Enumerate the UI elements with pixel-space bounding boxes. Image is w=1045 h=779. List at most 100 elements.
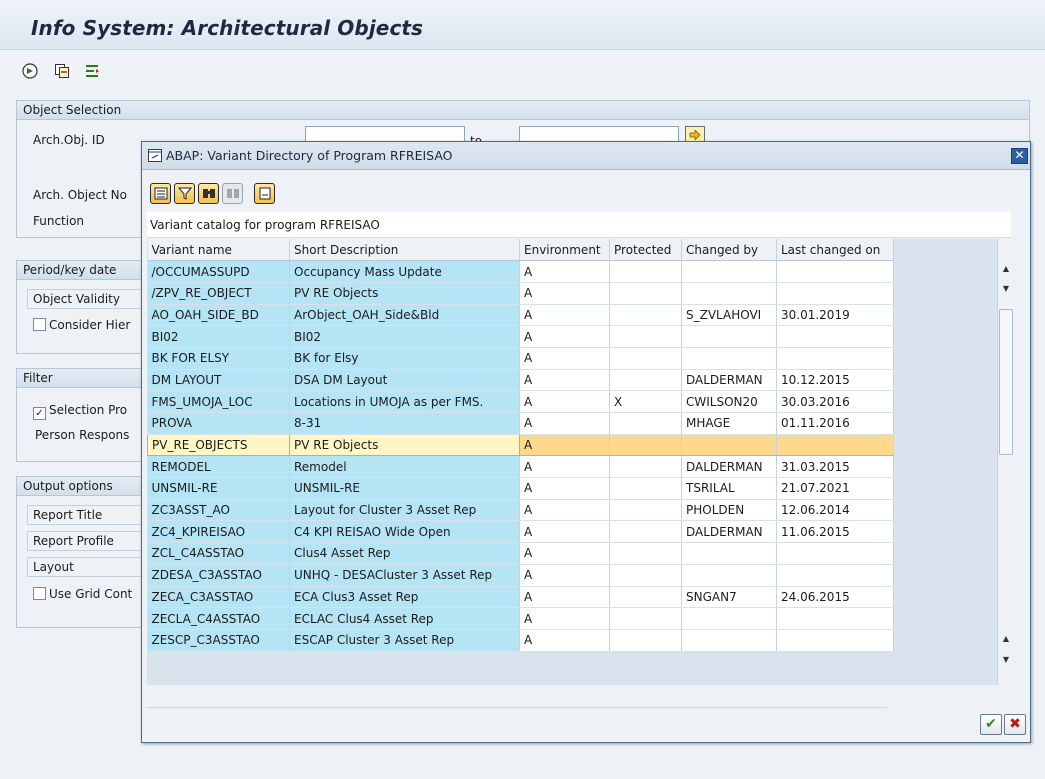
table-row[interactable]: BI02 BI02 A <box>147 325 894 348</box>
cell-protected[interactable] <box>609 542 682 565</box>
cell-last-changed-on[interactable] <box>776 564 894 587</box>
scroll-up-icon[interactable]: ▲ <box>998 261 1013 277</box>
cell-environment[interactable]: A <box>519 304 610 327</box>
cell-short-description[interactable]: BK for Elsy <box>289 347 520 370</box>
cell-protected[interactable] <box>609 586 682 609</box>
col-short-description[interactable]: Short Description <box>289 239 520 262</box>
cell-variant-name[interactable]: PROVA <box>147 412 290 435</box>
cell-protected[interactable] <box>609 629 682 652</box>
table-row[interactable]: ZECA_C3ASSTAO ECA Clus3 Asset Rep A SNGAN7 2… <box>147 586 894 609</box>
cell-changed-by[interactable]: CWILSON20 <box>681 390 777 413</box>
cell-short-description[interactable]: UNSMIL-RE <box>289 477 520 500</box>
filter-icon[interactable] <box>174 183 195 204</box>
copy-icon[interactable] <box>52 62 72 80</box>
table-row[interactable]: PROVA 8-31 A MHAGE 01.11.2016 <box>147 412 894 435</box>
cell-changed-by[interactable]: SNGAN7 <box>681 586 777 609</box>
consider-hier-checkbox[interactable] <box>33 318 46 331</box>
cell-protected[interactable] <box>609 325 682 348</box>
cell-last-changed-on[interactable] <box>776 542 894 565</box>
cell-changed-by[interactable] <box>681 347 777 370</box>
col-protected[interactable]: Protected <box>609 239 682 262</box>
cell-variant-name[interactable]: DM LAYOUT <box>147 369 290 392</box>
col-last-changed-on[interactable]: Last changed on <box>776 239 894 262</box>
scroll-page-down-icon[interactable]: ▼ <box>998 652 1013 668</box>
table-row[interactable]: DM LAYOUT DSA DM Layout A DALDERMAN 10.12.20… <box>147 369 894 392</box>
cell-short-description[interactable]: Layout for Cluster 3 Asset Rep <box>289 499 520 522</box>
cell-changed-by[interactable] <box>681 607 777 630</box>
cell-last-changed-on[interactable]: 30.03.2016 <box>776 390 894 413</box>
cell-short-description[interactable]: Locations in UMOJA as per FMS. <box>289 390 520 413</box>
cell-variant-name[interactable]: PV_RE_OBJECTS <box>147 433 290 457</box>
cell-changed-by[interactable]: DALDERMAN <box>681 520 777 544</box>
cell-short-description[interactable]: ECA Clus3 Asset Rep <box>289 586 520 609</box>
cell-short-description[interactable]: Clus4 Asset Rep <box>289 542 520 565</box>
col-variant-name[interactable]: Variant name <box>147 239 290 262</box>
cell-short-description[interactable]: ArObject_OAH_Side&Bld <box>289 304 520 327</box>
cell-environment[interactable]: A <box>519 629 610 652</box>
cell-protected[interactable] <box>609 369 682 392</box>
cell-protected[interactable] <box>609 260 682 283</box>
cell-last-changed-on[interactable]: 30.01.2019 <box>776 304 894 327</box>
cell-last-changed-on[interactable]: 31.03.2015 <box>776 455 894 479</box>
ok-button[interactable]: ✔ <box>980 714 1002 735</box>
find-next-icon[interactable] <box>222 183 243 204</box>
col-changed-by[interactable]: Changed by <box>681 239 777 262</box>
vertical-scrollbar[interactable]: ▲ ▼ ▲ ▼ <box>997 239 1013 685</box>
table-row[interactable]: BK FOR ELSY BK for Elsy A <box>147 347 894 370</box>
table-row[interactable]: ZC3ASST_AO Layout for Cluster 3 Asset Rep… <box>147 499 894 522</box>
use-grid-checkbox-wrap[interactable]: Use Grid Cont <box>33 587 132 601</box>
cell-changed-by[interactable] <box>681 325 777 348</box>
cell-short-description[interactable]: UNHQ - DESACluster 3 Asset Rep <box>289 564 520 587</box>
cell-environment[interactable]: A <box>519 390 610 413</box>
table-row[interactable]: ZECLA_C4ASSTAO ECLAC Clus4 Asset Rep A <box>147 607 894 630</box>
use-grid-checkbox[interactable] <box>33 587 46 600</box>
cell-last-changed-on[interactable] <box>776 325 894 348</box>
cancel-button[interactable]: ✖ <box>1004 714 1026 735</box>
cell-last-changed-on[interactable]: 21.07.2021 <box>776 477 894 500</box>
selection-pro-checkbox[interactable]: ✓ <box>33 407 46 420</box>
cell-last-changed-on[interactable]: 12.06.2014 <box>776 499 894 522</box>
cell-variant-name[interactable]: ZESCP_C3ASSTAO <box>147 629 290 652</box>
cell-variant-name[interactable]: AO_OAH_SIDE_BD <box>147 304 290 327</box>
table-row[interactable]: UNSMIL-RE UNSMIL-RE A TSRILAL 21.07.2021 <box>147 477 894 500</box>
cell-environment[interactable]: A <box>519 564 610 587</box>
cell-protected[interactable] <box>609 304 682 327</box>
table-row[interactable]: /OCCUMASSUPD Occupancy Mass Update A <box>147 260 894 283</box>
cell-protected[interactable] <box>609 347 682 370</box>
cell-protected[interactable] <box>609 477 682 500</box>
cell-changed-by[interactable] <box>681 282 777 305</box>
cell-last-changed-on[interactable] <box>776 282 894 305</box>
table-row[interactable]: ZCL_C4ASSTAO Clus4 Asset Rep A <box>147 542 894 565</box>
col-environment[interactable]: Environment <box>519 239 610 262</box>
selection-options-icon[interactable] <box>82 62 102 80</box>
table-row[interactable]: PV_RE_OBJECTS PV RE Objects A <box>147 433 894 457</box>
cell-protected[interactable] <box>609 433 682 457</box>
cell-last-changed-on[interactable]: 10.12.2015 <box>776 369 894 392</box>
cell-environment[interactable]: A <box>519 433 610 457</box>
scroll-down-icon[interactable]: ▼ <box>998 281 1013 297</box>
cell-short-description[interactable]: BI02 <box>289 325 520 348</box>
cell-protected[interactable] <box>609 499 682 522</box>
close-icon[interactable]: ✕ <box>1011 148 1028 164</box>
cell-changed-by[interactable] <box>681 433 777 457</box>
cell-variant-name[interactable]: ZC3ASST_AO <box>147 499 290 522</box>
cell-variant-name[interactable]: FMS_UMOJA_LOC <box>147 390 290 413</box>
cell-protected[interactable] <box>609 607 682 630</box>
dialog-title-bar[interactable]: ABAP: Variant Directory of Program RFREI… <box>142 142 1030 170</box>
cell-short-description[interactable]: ESCAP Cluster 3 Asset Rep <box>289 629 520 652</box>
table-row[interactable]: /ZPV_RE_OBJECT PV RE Objects A <box>147 282 894 305</box>
cell-last-changed-on[interactable] <box>776 260 894 283</box>
cell-protected[interactable] <box>609 564 682 587</box>
table-row[interactable]: ZESCP_C3ASSTAO ESCAP Cluster 3 Asset Rep A <box>147 629 894 652</box>
cell-variant-name[interactable]: ZECLA_C4ASSTAO <box>147 607 290 630</box>
cell-short-description[interactable]: PV RE Objects <box>289 433 520 457</box>
table-row[interactable]: ZC4_KPIREISAO C4 KPI REISAO Wide Open A DAL… <box>147 520 894 544</box>
cell-variant-name[interactable]: ZECA_C3ASSTAO <box>147 586 290 609</box>
export-icon[interactable] <box>254 183 275 204</box>
consider-hier-checkbox-wrap[interactable]: Consider Hier <box>33 318 130 332</box>
cell-environment[interactable]: A <box>519 347 610 370</box>
cell-variant-name[interactable]: BI02 <box>147 325 290 348</box>
cell-protected[interactable] <box>609 520 682 544</box>
cell-short-description[interactable]: ECLAC Clus4 Asset Rep <box>289 607 520 630</box>
selection-pro-checkbox-wrap[interactable]: ✓ Selection Pro <box>33 403 127 420</box>
